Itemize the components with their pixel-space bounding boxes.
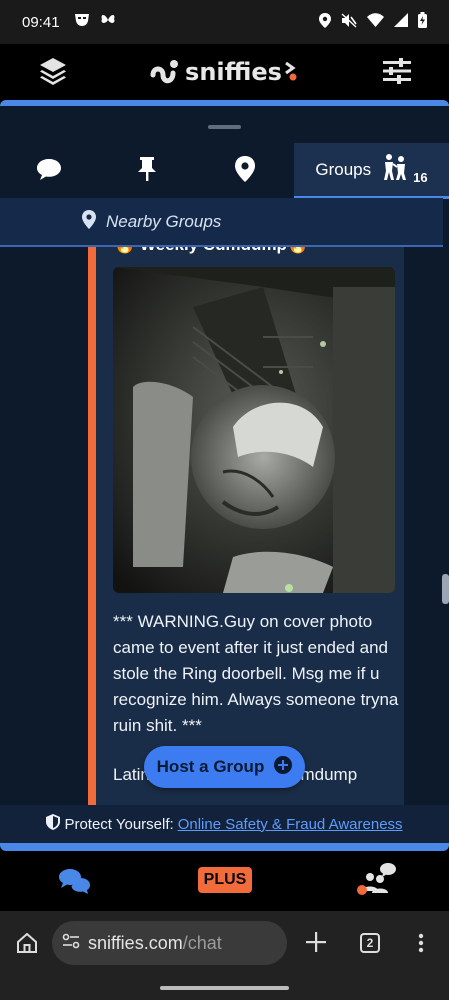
group-card[interactable]: 🔥 Weekly Cumdump🔥 [88,247,404,805]
more-options-icon[interactable] [418,933,424,958]
group-people-icon [381,153,409,186]
logo-text: sniffies [185,58,282,86]
group-chat-icon[interactable] [356,861,408,902]
scrollbar-thumb[interactable] [442,574,449,604]
tab-chat[interactable] [0,143,98,199]
bottom-nav: PLUS [0,851,449,911]
tab-pinned[interactable] [98,143,196,199]
map-marker-icon [82,209,96,234]
location-icon [319,12,331,32]
gesture-handle[interactable] [160,986,289,990]
nearby-groups-header[interactable]: Nearby Groups [0,198,443,247]
chat-bubble-icon [36,157,62,186]
browser-toolbar: sniffies.com/chat 2 [0,911,449,976]
status-time: 09:41 [22,13,60,31]
grindr-mask-icon [74,13,90,31]
groups-count: 16 [413,170,428,185]
app-header: sniffies [0,44,449,100]
wifi-icon [367,13,384,31]
tab-groups[interactable]: Groups 16 [294,143,449,199]
url-text: sniffies.com/chat [88,933,222,954]
protect-yourself-bar: Protect Yourself: Online Safety & Fraud … [0,805,449,843]
protect-label: Protect Yourself: [64,815,174,833]
mute-icon [341,12,357,32]
battery-icon [418,12,427,32]
logo-chevron-icon [284,57,300,87]
chat-bubbles-icon[interactable] [58,867,92,900]
safety-link[interactable]: Online Safety & Fraud Awareness [178,816,403,833]
url-domain: sniffies.com [88,932,183,953]
url-bar[interactable]: sniffies.com/chat [52,921,287,965]
drag-handle[interactable] [208,125,241,129]
groups-feed[interactable]: 🔥 Weekly Cumdump🔥 [0,247,449,805]
pin-icon [136,156,158,187]
new-tab-icon[interactable] [305,931,327,958]
sniffies-logo[interactable]: sniffies [149,57,300,87]
map-marker-icon [235,155,255,187]
plus-button[interactable]: PLUS [198,867,252,893]
shield-icon [46,814,61,834]
site-settings-icon[interactable] [62,933,80,954]
logo-mark-icon [150,60,179,84]
group-description: *** WARNING.Guy on cover photo came to e… [113,612,399,735]
layers-icon[interactable] [38,56,68,91]
filter-sliders-icon[interactable] [383,58,411,89]
tab-switcher-button[interactable]: 2 [360,933,380,953]
home-icon[interactable] [16,932,38,958]
nearby-groups-label: Nearby Groups [106,211,222,231]
tab-map[interactable] [196,143,294,199]
butterfly-icon [100,13,116,31]
group-cover-photo[interactable] [113,267,395,593]
gesture-area [0,976,449,1000]
signal-icon [394,13,408,31]
tab-groups-label: Groups [315,159,372,179]
host-group-label: Host a Group [156,757,265,776]
tab-bar: Groups 16 [0,143,449,199]
plus-circle-icon [274,755,293,779]
host-group-button[interactable]: Host a Group [144,746,305,788]
url-path: /chat [182,932,222,953]
status-bar: 09:41 [0,0,449,44]
group-title: 🔥 Weekly Cumdump🔥 [114,247,308,255]
chat-panel: Groups 16 Nearby Groups 🔥 Weekly Cumdump… [0,106,449,846]
